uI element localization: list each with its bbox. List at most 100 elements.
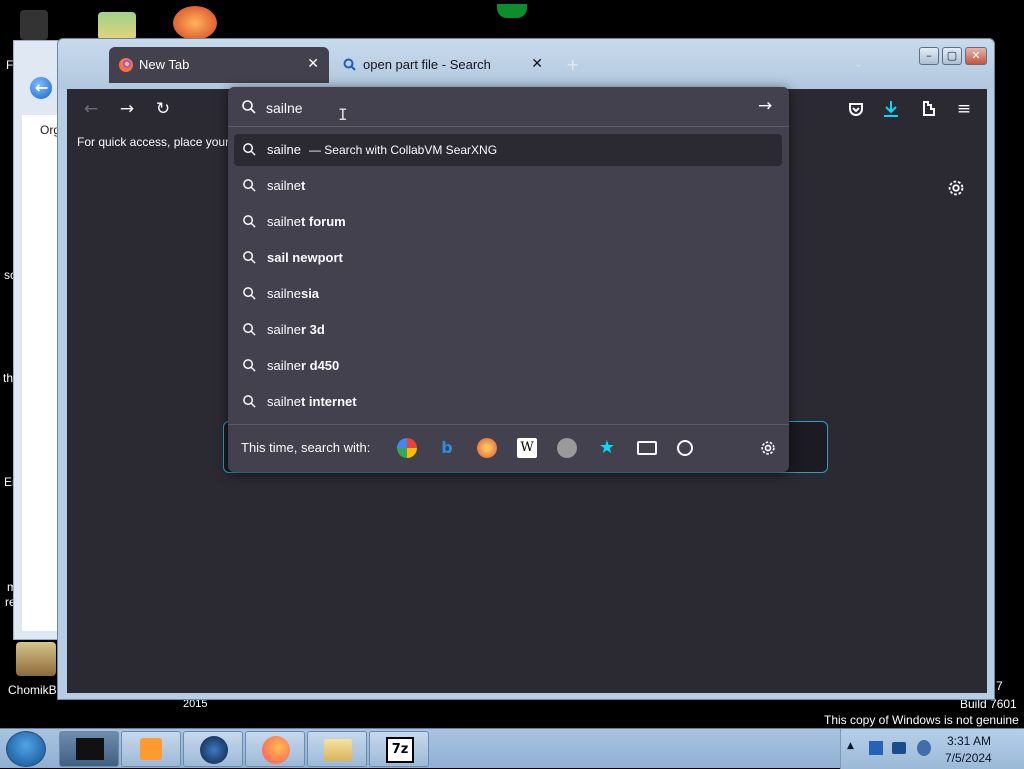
desktop-icon-green[interactable]: [497, 4, 527, 18]
urlbar-result-item[interactable]: sailnet forum: [234, 206, 782, 238]
bing-icon[interactable]: b: [437, 438, 457, 458]
search-icon: [243, 287, 256, 300]
tab-label: New Tab: [139, 57, 190, 72]
desktop-icon-chomik[interactable]: [16, 642, 56, 676]
menu-icon[interactable]: ≡: [952, 97, 976, 121]
downloads-icon[interactable]: [879, 97, 903, 121]
google-icon[interactable]: [397, 438, 417, 458]
tab-close-icon[interactable]: ✕: [307, 55, 319, 72]
show-hidden-icons-icon[interactable]: ▲: [847, 741, 854, 751]
window-titlebar[interactable]: New Tab ✕ open part file - Search ✕ + ⌄ …: [58, 39, 994, 89]
desktop-icon-orange[interactable]: [173, 6, 217, 40]
list-all-tabs-icon[interactable]: ⌄: [854, 57, 863, 70]
result-text: sailner d450: [267, 358, 347, 373]
result-completion: sail newport: [267, 250, 343, 265]
taskbar-item-globe[interactable]: [183, 731, 243, 767]
taskbar-item-media-player[interactable]: [121, 731, 181, 767]
taskbar-item-7zip[interactable]: 7z: [369, 731, 429, 767]
result-typed: sailne: [267, 142, 301, 157]
windows-watermark-line3: This copy of Windows is not genuine: [824, 713, 1019, 727]
taskbar-item-cmd[interactable]: [59, 731, 119, 767]
duckduckgo-icon[interactable]: [477, 438, 497, 458]
urlbar-result-item[interactable]: sailnet internet: [234, 386, 782, 418]
result-completion: r 3d: [300, 322, 325, 337]
start-button[interactable]: [6, 731, 46, 767]
back-icon[interactable]: ←: [79, 97, 103, 121]
7zip-icon: 7z: [386, 737, 414, 763]
desktop-label-chomik[interactable]: ChomikB: [8, 683, 57, 697]
result-action: — Search with CollabVM SearXNG: [308, 143, 498, 157]
new-tab-button[interactable]: +: [566, 55, 579, 74]
bookmarks-icon[interactable]: ★: [597, 438, 617, 458]
search-icon: [243, 251, 256, 264]
search-icon: [243, 179, 256, 192]
result-typed: sailne: [267, 214, 301, 229]
pocket-icon[interactable]: [844, 97, 868, 121]
urlbar-result-item[interactable]: sailnesia: [234, 278, 782, 310]
result-text: sailnet forum: [267, 214, 354, 229]
taskbar: 7z ▲ 3:31 AM 7/5/2024: [0, 728, 1024, 769]
tab-search-result[interactable]: open part file - Search ✕: [333, 47, 553, 83]
urlbar-result-item[interactable]: sailner 3d: [234, 314, 782, 346]
search-icon: [243, 143, 256, 156]
result-text: sailner 3d: [267, 322, 333, 337]
text-cursor-icon: I: [338, 105, 348, 124]
result-typed: sailne: [267, 322, 301, 337]
tab-new-tab[interactable]: New Tab ✕: [109, 47, 329, 83]
back-arrow-icon[interactable]: ←: [28, 75, 54, 101]
search-icon: [243, 323, 256, 336]
search-icon: [243, 215, 256, 228]
reload-icon[interactable]: ↻: [151, 97, 175, 121]
extensions-icon[interactable]: [916, 97, 940, 121]
urlbar-input-row[interactable]: I →: [228, 87, 789, 127]
urlbar-result-item[interactable]: sailner d450: [234, 350, 782, 382]
volume-icon[interactable]: [917, 740, 931, 756]
clock-time[interactable]: 3:31 AM: [947, 734, 991, 748]
result-completion: sia: [300, 286, 320, 301]
urlbar-result-item[interactable]: sailne — Search with CollabVM SearXNG: [234, 134, 782, 166]
one-off-label: This time, search with:: [241, 440, 371, 455]
search-icon: [243, 395, 256, 408]
desktop-icon-folder[interactable]: [98, 12, 136, 40]
result-text: sailne — Search with CollabVM SearXNG: [267, 142, 497, 157]
clock-date[interactable]: 7/5/2024: [945, 751, 992, 765]
history-icon[interactable]: [677, 440, 693, 456]
network-icon[interactable]: [869, 741, 883, 755]
result-typed: sailne: [267, 178, 301, 193]
result-typed: sailne: [267, 358, 301, 373]
result-completion: r d450: [300, 358, 340, 373]
urlbar-result-item[interactable]: sail newport: [234, 242, 782, 274]
system-tray: ▲ 3:31 AM 7/5/2024: [840, 729, 1024, 769]
urlbar-dropdown: I → sailne — Search with CollabVM SearXNG…: [228, 87, 789, 472]
search-icon: [343, 58, 356, 71]
tab-label: open part file - Search: [363, 57, 491, 72]
media-player-icon: [140, 738, 162, 760]
search-icon: [243, 359, 256, 372]
minimize-button[interactable]: –: [919, 47, 939, 65]
result-completion: t forum: [300, 214, 346, 229]
wikipedia-icon[interactable]: W: [517, 438, 537, 458]
go-arrow-icon[interactable]: →: [758, 96, 772, 116]
result-completion: t internet: [300, 394, 357, 409]
maximize-button[interactable]: ▢: [942, 47, 962, 65]
taskbar-item-firefox[interactable]: [245, 731, 305, 767]
close-window-button[interactable]: ✕: [965, 47, 987, 65]
result-completion: t: [300, 178, 306, 193]
result-typed: sailne: [267, 394, 301, 409]
taskbar-item-explorer[interactable]: [307, 731, 367, 767]
forward-icon[interactable]: →: [115, 97, 139, 121]
tabs-icon[interactable]: [637, 441, 657, 455]
cmd-icon: [76, 738, 104, 760]
desktop-label-th: th: [3, 371, 14, 385]
firefox-icon: [119, 58, 133, 72]
searxng-icon[interactable]: [557, 438, 577, 458]
tray-app-icon[interactable]: [892, 742, 906, 754]
desktop-icon-dark[interactable]: [20, 10, 48, 40]
search-settings-gear-icon[interactable]: [758, 438, 778, 458]
explorer-icon: [324, 739, 352, 761]
globe-icon: [200, 736, 228, 764]
result-text: sailnesia: [267, 286, 327, 301]
newtab-settings-gear-icon[interactable]: [945, 177, 967, 199]
urlbar-result-item[interactable]: sailnet: [234, 170, 782, 202]
tab-close-icon[interactable]: ✕: [531, 55, 543, 72]
